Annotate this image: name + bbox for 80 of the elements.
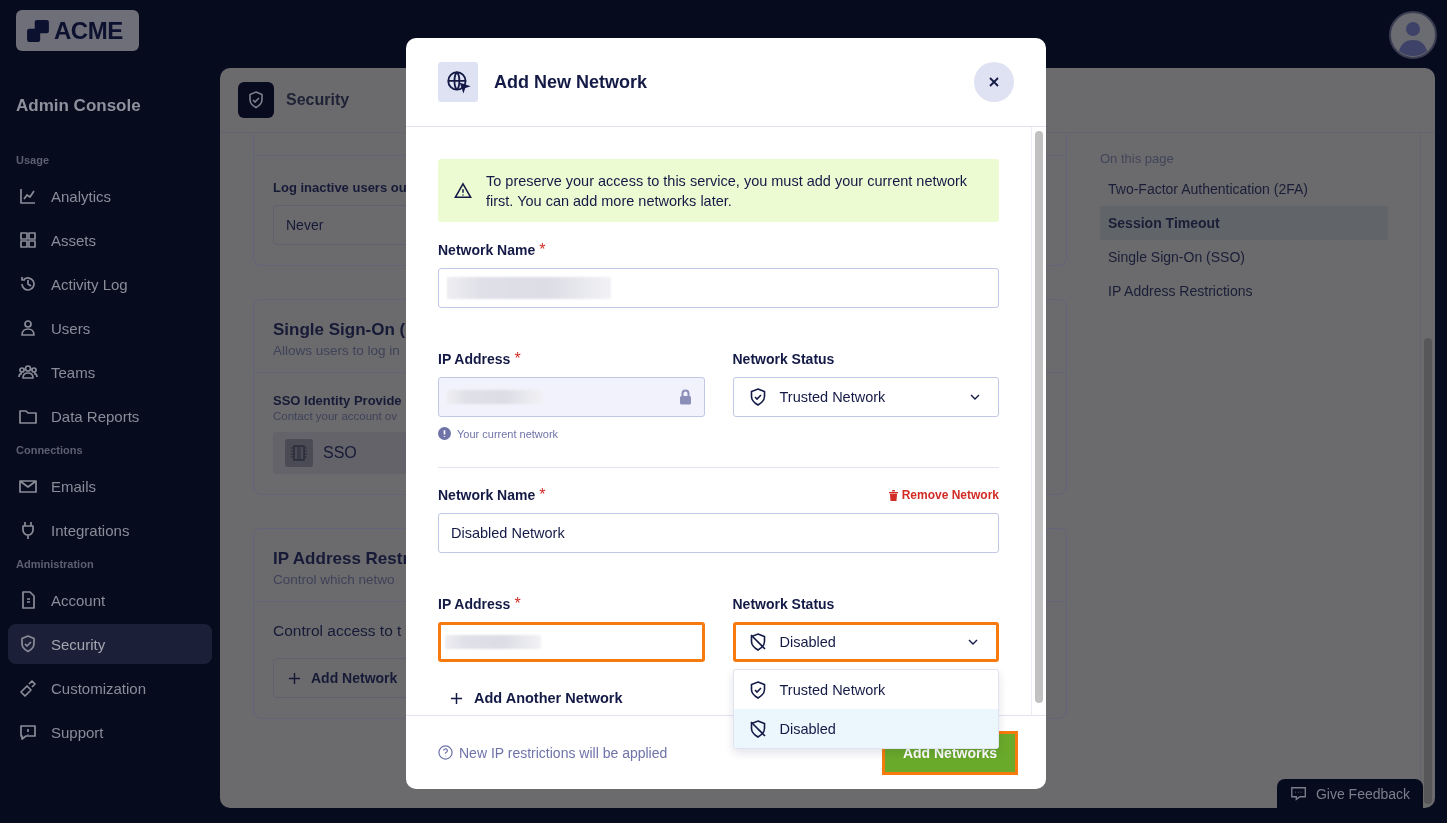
- page-title: Security: [286, 91, 350, 109]
- help-icon: [438, 745, 453, 760]
- give-feedback-button[interactable]: Give Feedback: [1277, 779, 1423, 809]
- dropdown-option[interactable]: Trusted Network: [733, 670, 998, 709]
- field-label: Log inactive users ou: [273, 180, 407, 195]
- logo-mark-icon: [26, 18, 50, 43]
- warning-icon: [454, 181, 472, 200]
- sidebar-item[interactable]: Teams: [8, 352, 212, 392]
- sidebar-item[interactable]: Analytics: [8, 176, 212, 216]
- field-label: IP Address: [438, 351, 511, 367]
- team-icon: [18, 362, 38, 382]
- chevron-down-icon: [968, 639, 978, 645]
- dialog-title: Add New Network: [494, 71, 649, 93]
- field-label: Network Name: [438, 242, 536, 258]
- dropdown-option[interactable]: Disabled: [733, 709, 998, 748]
- page-nav-link[interactable]: Two-Factor Authentication (2FA): [1100, 172, 1388, 206]
- sidebar-item[interactable]: Activity Log: [8, 264, 212, 304]
- scrollbar-thumb[interactable]: [1424, 338, 1432, 804]
- sidebar-section-heading: Usage: [15, 154, 51, 168]
- chart-icon: [18, 186, 38, 206]
- sidebar-item[interactable]: Integrations: [8, 510, 212, 550]
- grid-icon: [18, 230, 38, 250]
- sidebar-section-heading: Administration: [15, 558, 95, 572]
- scrollbar-thumb[interactable]: [1035, 131, 1043, 703]
- page-nav-link[interactable]: IP Address Restrictions: [1100, 274, 1388, 308]
- field-label: Network Name: [438, 487, 536, 503]
- footer-note: New IP restrictions will be applied: [459, 744, 668, 761]
- chevron-down-icon: [970, 394, 980, 400]
- field-label: Network Status: [732, 351, 835, 367]
- info-icon: [438, 427, 451, 440]
- sidebar-section-heading: Connections: [15, 444, 84, 458]
- alert-text: To preserve your access to this service, you must add your current network first. You can add more networks later.: [486, 171, 969, 211]
- network-name-field[interactable]: [438, 268, 999, 308]
- feedback-icon: [1289, 785, 1308, 803]
- network-name-field[interactable]: Disabled Network: [438, 513, 999, 553]
- sidebar-item[interactable]: Security: [8, 624, 212, 664]
- page-nav-link[interactable]: Single Sign-On (SSO): [1100, 240, 1388, 274]
- chat-icon: [18, 722, 38, 742]
- remove-network-link[interactable]: Remove Network: [888, 488, 999, 502]
- card-title: Single Sign-On (: [273, 320, 406, 340]
- trash-icon: [888, 489, 898, 501]
- user-icon: [18, 318, 38, 338]
- sidebar-item[interactable]: Account: [8, 580, 212, 620]
- shield-slash-icon: [747, 718, 768, 739]
- brush-icon: [18, 678, 38, 698]
- plus-icon: [288, 671, 301, 685]
- close-icon: [988, 76, 1000, 88]
- plus-icon: [450, 691, 463, 705]
- sidebar-item[interactable]: Support: [8, 712, 212, 752]
- required-mark: *: [514, 595, 521, 613]
- chip-icon: [285, 439, 313, 467]
- sidebar-title: Admin Console: [15, 96, 142, 116]
- shield-icon: [238, 82, 274, 118]
- field-label: Network Status: [732, 596, 835, 612]
- shield-icon: [18, 634, 38, 654]
- ip-address-field[interactable]: [438, 377, 705, 417]
- shield-slash-icon: [747, 632, 768, 652]
- ip-address-field[interactable]: [438, 622, 705, 662]
- logo-text: ACME: [54, 16, 123, 45]
- close-button[interactable]: [974, 62, 1014, 102]
- network-status-select[interactable]: Disabled: [732, 622, 999, 662]
- field-label: SSO Identity Provide: [273, 393, 402, 408]
- network-status-select[interactable]: Trusted Network: [732, 377, 999, 417]
- add-another-network-button[interactable]: Add Another Network: [450, 690, 623, 706]
- field-label: IP Address: [438, 596, 511, 612]
- required-mark: *: [514, 350, 521, 368]
- avatar-icon[interactable]: [1389, 11, 1437, 59]
- card-description: Control access to t: [273, 622, 402, 640]
- sidebar-item[interactable]: Users: [8, 308, 212, 348]
- history-icon: [18, 274, 38, 294]
- card-title: IP Address Restr: [273, 549, 410, 569]
- globe-icon: [438, 62, 478, 102]
- sidebar-item[interactable]: Customization: [8, 668, 212, 708]
- acme-logo[interactable]: ACME: [16, 10, 139, 51]
- lock-icon: [678, 389, 692, 405]
- required-mark: *: [539, 241, 546, 259]
- sidebar-item[interactable]: Emails: [8, 466, 212, 506]
- sidebar-item[interactable]: Data Reports: [8, 396, 212, 436]
- required-mark: *: [539, 486, 546, 504]
- sidebar-item[interactable]: Assets: [8, 220, 212, 260]
